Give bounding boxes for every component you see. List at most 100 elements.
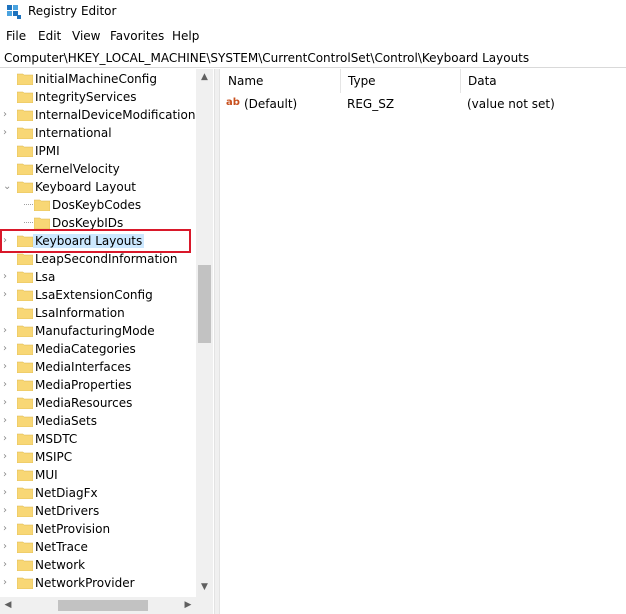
tree-item-label: DosKeybCodes [52, 198, 142, 212]
tree-item[interactable]: › ManufacturingMode [0, 322, 196, 340]
expand-chevron-icon[interactable] [3, 306, 13, 320]
tree-item[interactable]: › MediaSets [0, 412, 196, 430]
expand-chevron-icon[interactable] [3, 162, 13, 176]
expand-chevron-icon[interactable]: › [3, 486, 13, 500]
highlight-annotation [0, 229, 191, 253]
folder-icon [17, 307, 33, 319]
scroll-thumb[interactable] [198, 265, 211, 343]
tree-item[interactable]: KernelVelocity [0, 160, 196, 178]
column-name[interactable]: Name [220, 69, 340, 93]
tree-item[interactable]: › NetDrivers [0, 502, 196, 520]
scroll-left-icon[interactable]: ◀ [2, 599, 14, 612]
folder-icon [17, 433, 33, 445]
expand-chevron-icon[interactable] [3, 90, 13, 104]
expand-chevron-icon[interactable]: › [3, 108, 13, 122]
expand-chevron-icon[interactable]: › [3, 270, 13, 284]
tree-item[interactable]: › InternalDeviceModification [0, 106, 196, 124]
expand-chevron-icon[interactable] [3, 144, 13, 158]
tree-item[interactable]: › MediaResources [0, 394, 196, 412]
tree-item[interactable]: IntegrityServices [0, 88, 196, 106]
tree-item-label: IPMI [35, 144, 60, 158]
tree-item[interactable]: › NetworkProvider [0, 574, 196, 592]
folder-icon [17, 145, 33, 157]
tree-item-label: MediaSets [35, 414, 97, 428]
menu-help[interactable]: Help [172, 29, 199, 43]
tree-item[interactable]: › MediaProperties [0, 376, 196, 394]
expand-chevron-icon[interactable]: › [3, 522, 13, 536]
menu-file[interactable]: File [6, 29, 26, 43]
expand-chevron-icon[interactable]: › [3, 540, 13, 554]
expand-chevron-icon[interactable]: › [3, 324, 13, 338]
menu-view[interactable]: View [72, 29, 100, 43]
tree-item[interactable]: LsaInformation [0, 304, 196, 322]
column-data[interactable]: Data [460, 69, 626, 93]
expand-chevron-icon[interactable] [3, 198, 13, 212]
expand-chevron-icon[interactable]: › [3, 558, 13, 572]
expand-chevron-icon[interactable]: › [3, 126, 13, 140]
tree-item-label: DosKeybIDs [52, 216, 124, 230]
expand-chevron-icon[interactable]: › [3, 576, 13, 590]
tree-item[interactable]: › MediaInterfaces [0, 358, 196, 376]
expand-chevron-icon[interactable]: › [3, 450, 13, 464]
tree-vertical-scrollbar[interactable]: ▲ ▼ [196, 69, 213, 597]
expand-chevron-icon[interactable] [3, 252, 13, 266]
scroll-thumb-horizontal[interactable] [58, 600, 148, 611]
expand-chevron-icon[interactable]: › [3, 468, 13, 482]
tree-item[interactable]: › MUI [0, 466, 196, 484]
expand-chevron-icon[interactable]: › [3, 396, 13, 410]
expand-chevron-icon[interactable] [3, 216, 13, 230]
tree-item-label: IntegrityServices [35, 90, 137, 104]
scroll-down-icon[interactable]: ▼ [198, 581, 211, 593]
scroll-right-icon[interactable]: ▶ [182, 599, 194, 612]
address-path[interactable]: Computer\HKEY_LOCAL_MACHINE\SYSTEM\Curre… [4, 51, 529, 65]
menu-favorites[interactable]: Favorites [110, 29, 164, 43]
tree-item-label: NetTrace [35, 540, 88, 554]
expand-chevron-icon[interactable] [3, 72, 13, 86]
tree-item[interactable]: › MSDTC [0, 430, 196, 448]
folder-icon [17, 343, 33, 355]
tree-item-label: InternalDeviceModification [35, 108, 196, 122]
folder-icon [17, 379, 33, 391]
tree-item[interactable]: › LsaExtensionConfig [0, 286, 196, 304]
tree-item-label: MediaCategories [35, 342, 136, 356]
expand-chevron-icon[interactable]: › [3, 504, 13, 518]
column-type[interactable]: Type [340, 69, 460, 93]
expand-chevron-icon[interactable]: › [3, 288, 13, 302]
tree-item-label: Keyboard Layout [35, 180, 137, 194]
tree-item[interactable]: › Lsa [0, 268, 196, 286]
tree-item[interactable]: › MSIPC [0, 448, 196, 466]
tree-horizontal-scrollbar[interactable]: ◀ ▶ [0, 597, 213, 614]
tree-item[interactable]: › International [0, 124, 196, 142]
tree-item[interactable]: IPMI [0, 142, 196, 160]
expand-chevron-icon[interactable]: › [3, 360, 13, 374]
tree-item[interactable]: InitialMachineConfig [0, 70, 196, 88]
tree-item[interactable]: › NetTrace [0, 538, 196, 556]
folder-icon [17, 541, 33, 553]
folder-icon [17, 505, 33, 517]
folder-icon [17, 415, 33, 427]
tree-connector [24, 204, 33, 205]
expand-chevron-icon[interactable]: › [3, 342, 13, 356]
tree-item[interactable]: › Network [0, 556, 196, 574]
value-name: (Default) [244, 97, 298, 111]
folder-icon [17, 271, 33, 283]
window-title: Registry Editor [28, 4, 117, 18]
folder-icon [17, 451, 33, 463]
tree-item[interactable]: DosKeybCodes [0, 196, 196, 214]
tree-item[interactable]: › MediaCategories [0, 340, 196, 358]
tree-item[interactable]: ⌄ Keyboard Layout [0, 178, 196, 196]
tree-item-label: NetProvision [35, 522, 111, 536]
tree-item[interactable]: › NetProvision [0, 520, 196, 538]
address-bar[interactable]: Computer\HKEY_LOCAL_MACHINE\SYSTEM\Curre… [0, 48, 626, 68]
expand-chevron-icon[interactable]: › [3, 378, 13, 392]
tree-item-label: MSIPC [35, 450, 73, 464]
tree-item[interactable]: › NetDiagFx [0, 484, 196, 502]
expand-chevron-icon[interactable]: ⌄ [3, 180, 13, 194]
tree-item-label: InitialMachineConfig [35, 72, 157, 86]
menu-edit[interactable]: Edit [38, 29, 61, 43]
value-row[interactable]: ab (Default) REG_SZ (value not set) [220, 95, 626, 113]
expand-chevron-icon[interactable]: › [3, 432, 13, 446]
expand-chevron-icon[interactable]: › [3, 414, 13, 428]
tree-item-label: LeapSecondInformation [35, 252, 178, 266]
scroll-up-icon[interactable]: ▲ [198, 71, 211, 83]
